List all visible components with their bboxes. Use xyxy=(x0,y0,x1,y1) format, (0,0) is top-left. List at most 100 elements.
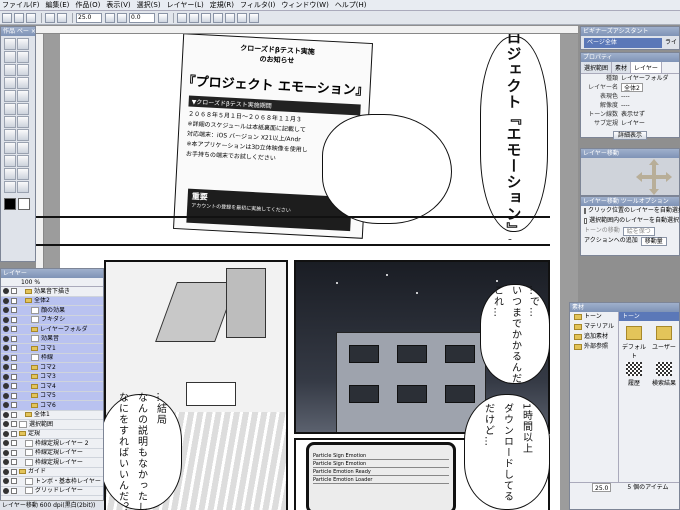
action-select[interactable]: 移動量 xyxy=(640,236,667,246)
eye-icon[interactable] xyxy=(3,421,9,428)
layer-row[interactable]: コマ4 xyxy=(1,382,103,392)
move-arrows-icon[interactable] xyxy=(581,158,679,196)
eye-icon[interactable] xyxy=(3,373,9,380)
tree-item-material[interactable]: マテリアル xyxy=(570,322,618,332)
eye-icon[interactable] xyxy=(3,326,9,333)
layer-row[interactable]: 効果音 xyxy=(1,334,103,344)
eye-icon[interactable] xyxy=(3,354,9,361)
pen-tool-icon[interactable] xyxy=(4,90,16,102)
lock-icon[interactable] xyxy=(11,487,17,494)
redo-icon[interactable] xyxy=(57,12,67,23)
layer-row[interactable]: 枠線定規レイヤー 2 xyxy=(1,439,103,449)
lasso-tool-icon[interactable] xyxy=(4,51,16,63)
save-icon[interactable] xyxy=(26,12,36,23)
guide-icon[interactable] xyxy=(213,12,223,23)
ellipse-tool-icon[interactable] xyxy=(17,77,29,89)
frame-tool-icon[interactable] xyxy=(4,155,16,167)
menu-view[interactable]: 表示(V) xyxy=(106,0,130,10)
wand-tool-icon[interactable] xyxy=(17,51,29,63)
zoom-in-icon[interactable] xyxy=(105,12,115,23)
eye-icon[interactable] xyxy=(3,316,9,323)
eye-icon[interactable] xyxy=(3,411,9,418)
layer-row[interactable]: 顔の効果 xyxy=(1,306,103,316)
fit-icon[interactable] xyxy=(177,12,187,23)
text-tool-icon[interactable] xyxy=(4,142,16,154)
layer-row[interactable]: コマ5 xyxy=(1,391,103,401)
layer-row[interactable]: 効果音下描き xyxy=(1,287,103,297)
snap-icon[interactable] xyxy=(225,12,235,23)
lock-icon[interactable] xyxy=(11,373,17,380)
layer-name-input[interactable]: 全体2 xyxy=(621,83,643,92)
checkbox[interactable] xyxy=(584,218,588,224)
undo-icon[interactable] xyxy=(45,12,55,23)
pencil-tool-icon[interactable] xyxy=(17,90,29,102)
lock-icon[interactable] xyxy=(11,392,17,399)
tree-item-external[interactable]: 外部参照 xyxy=(570,342,618,352)
menu-select[interactable]: 選択(S) xyxy=(137,0,161,10)
open-icon[interactable] xyxy=(14,12,24,23)
lock-icon[interactable] xyxy=(11,383,17,390)
menu-work[interactable]: 作品(O) xyxy=(75,0,100,10)
lock-icon[interactable] xyxy=(11,478,17,485)
lock-icon[interactable] xyxy=(11,459,17,466)
rotate-icon[interactable] xyxy=(158,12,168,23)
lock-icon[interactable] xyxy=(11,345,17,352)
material-history[interactable]: 履歴 xyxy=(621,362,647,387)
lock-icon[interactable] xyxy=(11,297,17,304)
eye-icon[interactable] xyxy=(3,468,9,475)
eye-icon[interactable] xyxy=(3,335,9,342)
curve-tool-icon[interactable] xyxy=(17,168,29,180)
menu-edit[interactable]: 編集(E) xyxy=(46,0,70,10)
lock-icon[interactable] xyxy=(11,288,17,295)
eye-icon[interactable] xyxy=(3,297,9,304)
eye-icon[interactable] xyxy=(3,402,9,409)
auto-select-range-option[interactable]: 選択範囲内のレイヤーを自動選択 xyxy=(581,216,679,226)
tab-selection[interactable]: 選択範囲 xyxy=(581,62,613,73)
lock-icon[interactable] xyxy=(11,449,17,456)
material-user[interactable]: ユーザー xyxy=(651,326,677,351)
detail-view-button[interactable]: 詳細表示 xyxy=(612,131,647,140)
eye-icon[interactable] xyxy=(3,430,9,437)
layer-row[interactable]: 枠線定規レイヤー xyxy=(1,449,103,458)
checkbox[interactable] xyxy=(584,208,586,214)
lock-icon[interactable] xyxy=(11,430,17,437)
layer-row[interactable]: フキダシ xyxy=(1,315,103,325)
layer-row[interactable]: レイヤーフォルダ xyxy=(1,325,103,335)
eyedropper-tool-icon[interactable] xyxy=(4,181,16,193)
hand-tool-icon[interactable] xyxy=(17,64,29,76)
menu-layer[interactable]: レイヤー(L) xyxy=(167,0,204,10)
line-tool-icon[interactable] xyxy=(4,168,16,180)
eye-icon[interactable] xyxy=(3,392,9,399)
layer-row[interactable]: 枠線 xyxy=(1,353,103,363)
menu-ruler[interactable]: 定規(R) xyxy=(210,0,234,10)
rotate-input[interactable]: 0.0 xyxy=(129,12,155,23)
select-tool-icon[interactable] xyxy=(4,38,16,50)
lock-icon[interactable] xyxy=(11,421,17,428)
lock-icon[interactable] xyxy=(11,364,17,371)
lock-icon[interactable] xyxy=(11,402,17,409)
menu-help[interactable]: ヘルプ(H) xyxy=(335,0,367,10)
settings-icon[interactable] xyxy=(249,12,259,23)
grid-icon[interactable] xyxy=(189,12,199,23)
eye-icon[interactable] xyxy=(3,478,9,485)
lock-icon[interactable] xyxy=(11,354,17,361)
main-color-swatch[interactable] xyxy=(4,198,16,210)
layer-row[interactable]: コマ6 xyxy=(1,401,103,411)
layer-opacity[interactable]: 100 % xyxy=(1,278,103,287)
tone-tool-icon[interactable] xyxy=(17,129,29,141)
auto-select-click-option[interactable]: クリック位置のレイヤーを自動選択 xyxy=(581,206,680,216)
lock-icon[interactable] xyxy=(11,326,17,333)
eye-icon[interactable] xyxy=(3,288,9,295)
fill-tool-icon[interactable] xyxy=(17,116,29,128)
preview-icon[interactable] xyxy=(237,12,247,23)
menu-filter[interactable]: フィルタ(I) xyxy=(240,0,275,10)
layer-row[interactable]: 全体2 xyxy=(1,296,103,306)
balloon-tool-icon[interactable] xyxy=(17,142,29,154)
layer-row[interactable]: 全体1 xyxy=(1,411,103,420)
layer-row[interactable]: 選択範囲 xyxy=(1,420,103,430)
lock-icon[interactable] xyxy=(11,468,17,475)
ruler-icon[interactable] xyxy=(201,12,211,23)
tree-item-tone[interactable]: トーン xyxy=(570,312,618,322)
blur-tool-icon[interactable] xyxy=(17,181,29,193)
manga-page[interactable]: クローズドβテスト実施 のお知らせ 『プロジェクト エモーション』 ▼クローズド… xyxy=(30,34,560,510)
